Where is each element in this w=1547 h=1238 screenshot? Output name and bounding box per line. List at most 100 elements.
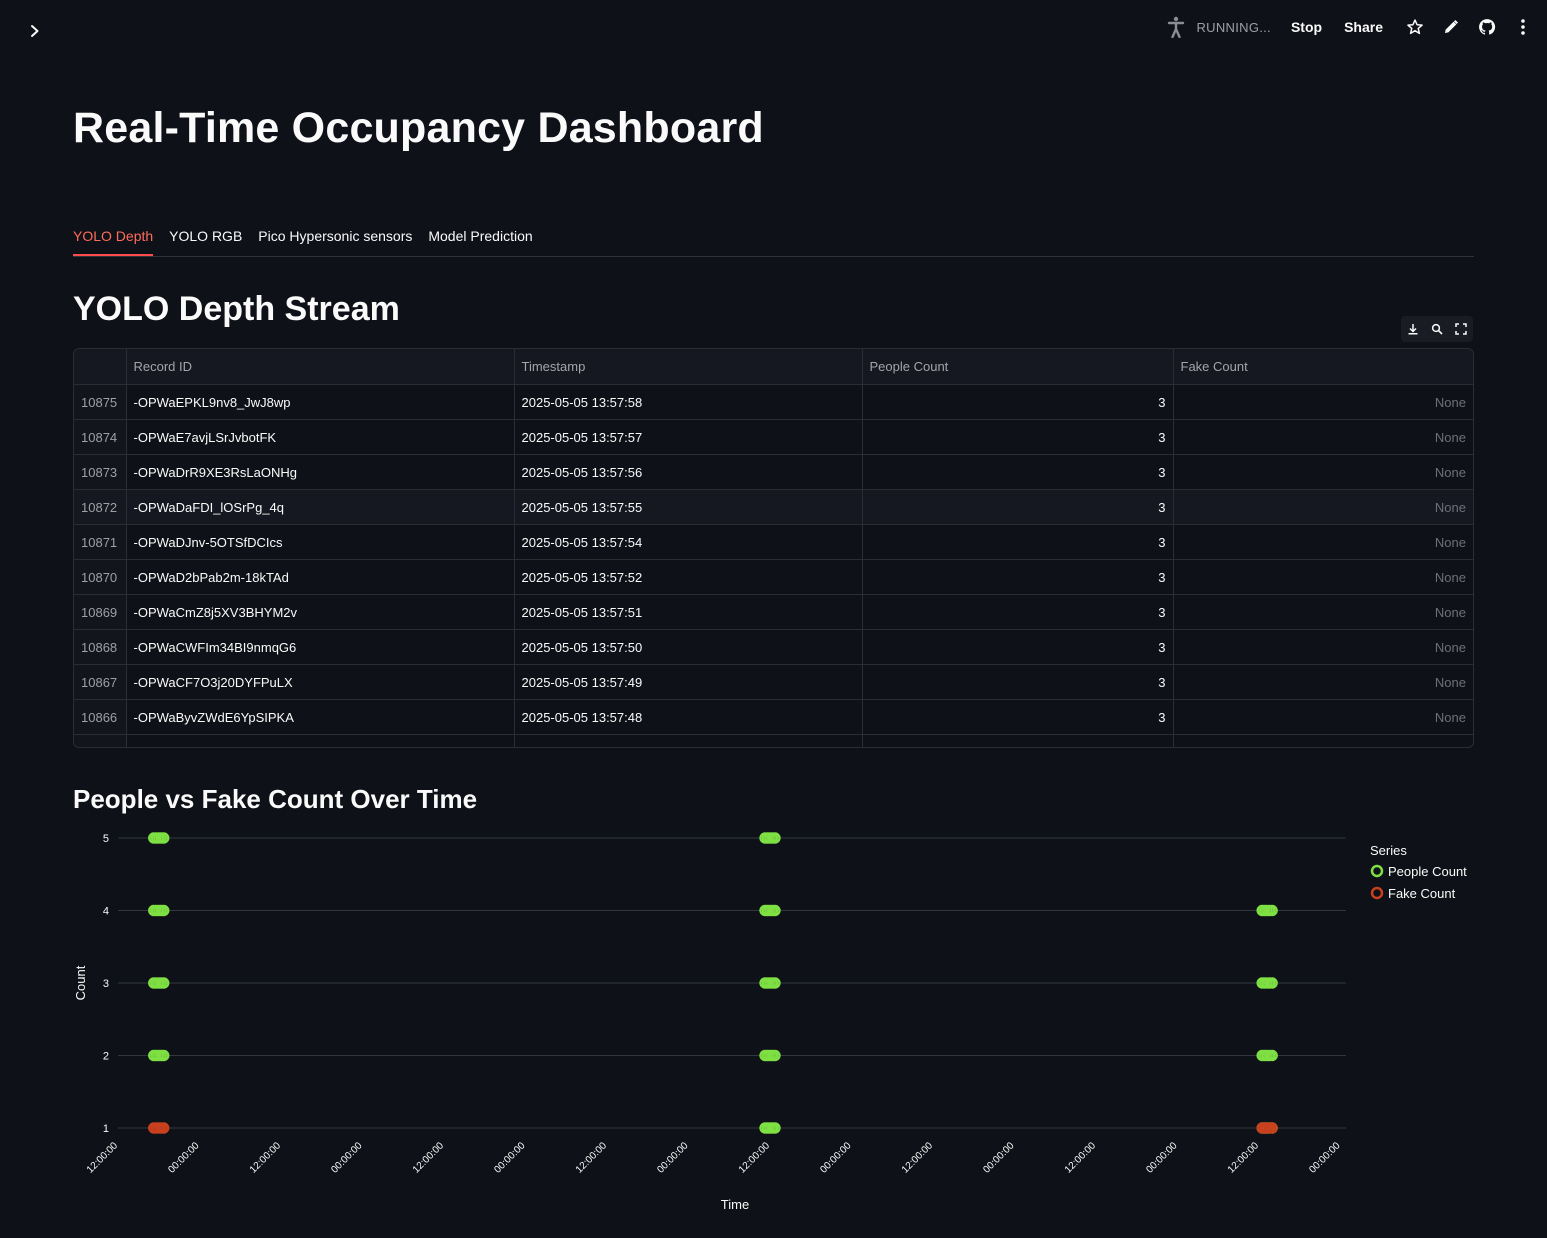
timestamp-cell[interactable]: 2025-05-05 13:57:48: [514, 699, 863, 735]
edit-button[interactable]: [1441, 17, 1461, 37]
tab-model-prediction[interactable]: Model Prediction: [428, 222, 532, 255]
table-row: 10873 -OPWaDrR9XE3RsLaONHg 2025-05-05 13…: [74, 454, 1473, 490]
row-index: 10867: [74, 664, 127, 700]
people-vs-fake-chart[interactable]: 1 2 3 4 5 12:00:00 00:00:00 12:00:00 00:00:00 12:…: [60, 820, 1490, 1220]
timestamp-cell[interactable]: 2025-05-05 13:57:57: [514, 419, 863, 455]
star-button[interactable]: [1405, 17, 1425, 37]
people-count-cell[interactable]: 3: [862, 559, 1174, 595]
table-row: 10874 -OPWaE7avjLSrJvbotFK 2025-05-05 13…: [74, 419, 1473, 455]
record-id-cell[interactable]: -OPWaDaFDI_lOSrPg_4q: [126, 489, 515, 525]
column-header-index: [74, 349, 127, 385]
fake-count-cell[interactable]: None: [1173, 699, 1473, 735]
stop-button[interactable]: Stop: [1291, 19, 1322, 35]
record-id-cell[interactable]: -OPWaDrR9XE3RsLaONHg: [126, 454, 515, 490]
timestamp-cell[interactable]: 2025-05-05 13:57:55: [514, 489, 863, 525]
people-count-cell[interactable]: 3: [862, 524, 1174, 560]
data-table[interactable]: Record ID Timestamp People Count Fake Co…: [73, 348, 1474, 748]
row-index: 10869: [74, 594, 127, 630]
column-header-people-count[interactable]: People Count: [862, 349, 1174, 385]
row-index: 10870: [74, 559, 127, 595]
tab-pico-hypersonic-sensors[interactable]: Pico Hypersonic sensors: [258, 222, 412, 255]
y-tick-label: 4: [103, 906, 109, 918]
table-row: 10872 -OPWaDaFDI_lOSrPg_4q 2025-05-05 13…: [74, 489, 1473, 525]
fullscreen-button[interactable]: [1454, 322, 1468, 336]
x-tick-label: 12:00:00: [411, 1140, 447, 1176]
timestamp-cell[interactable]: 2025-05-05 13:57:56: [514, 454, 863, 490]
people-count-cell[interactable]: 3: [862, 454, 1174, 490]
table-header-row: Record ID Timestamp People Count Fake Co…: [74, 349, 1473, 385]
record-id-cell[interactable]: -OPWaCmZ8j5XV3BHYM2v: [126, 594, 515, 630]
column-header-timestamp[interactable]: Timestamp: [514, 349, 863, 385]
x-tick-label: 00:00:00: [1144, 1140, 1180, 1176]
record-id-cell[interactable]: -OPWaD2bPab2m-18kTAd: [126, 559, 515, 595]
timestamp-cell[interactable]: 2025-05-05 13:57:49: [514, 664, 863, 700]
download-icon: [1408, 324, 1418, 335]
x-tick-label: 00:00:00: [492, 1140, 528, 1176]
timestamp-cell[interactable]: 2025-05-05 13:57:52: [514, 559, 863, 595]
y-tick-label: 5: [103, 833, 109, 845]
timestamp-cell[interactable]: 2025-05-05 13:57:51: [514, 594, 863, 630]
tab-yolo-depth[interactable]: YOLO Depth: [73, 222, 154, 256]
pencil-icon: [1445, 19, 1459, 33]
people-count-cell[interactable]: 3: [862, 629, 1174, 665]
record-id-cell[interactable]: -OPWaCF7O3j20DYFPuLX: [126, 664, 515, 700]
fake-count-cell[interactable]: None: [1173, 454, 1473, 490]
column-header-fake-count[interactable]: Fake Count: [1173, 349, 1473, 385]
table-row-partial: [74, 734, 1473, 747]
people-count-cell[interactable]: 3: [862, 699, 1174, 735]
table-row: 10868 -OPWaCWFIm34BI9nmqG6 2025-05-05 13…: [74, 629, 1473, 665]
timestamp-cell[interactable]: 2025-05-05 13:57:54: [514, 524, 863, 560]
fake-count-cell[interactable]: None: [1173, 629, 1473, 665]
record-id-cell[interactable]: -OPWaEPKL9nv8_JwJ8wp: [126, 384, 515, 420]
x-tick-label: 12:00:00: [574, 1140, 610, 1176]
fake-count-cell[interactable]: None: [1173, 384, 1473, 420]
row-index: 10868: [74, 629, 127, 665]
y-tick-label: 1: [103, 1123, 109, 1135]
timestamp-cell[interactable]: 2025-05-05 13:57:50: [514, 629, 863, 665]
download-button[interactable]: [1406, 322, 1420, 336]
table-search-button[interactable]: [1430, 322, 1444, 336]
fake-count-cell[interactable]: None: [1173, 559, 1473, 595]
x-tick-label: 00:00:00: [1307, 1140, 1343, 1176]
row-index: 10873: [74, 454, 127, 490]
sidebar-expand-button[interactable]: [22, 18, 48, 44]
record-id-cell[interactable]: -OPWaE7avjLSrJvbotFK: [126, 419, 515, 455]
table-row: 10870 -OPWaD2bPab2m-18kTAd 2025-05-05 13…: [74, 559, 1473, 595]
legend-title: Series: [1370, 843, 1407, 858]
record-id-cell[interactable]: -OPWaByvZWdE6YpSIPKA: [126, 699, 515, 735]
fake-count-cell[interactable]: None: [1173, 594, 1473, 630]
column-header-record-id[interactable]: Record ID: [126, 349, 515, 385]
row-index: 10875: [74, 384, 127, 420]
x-tick-label: 00:00:00: [981, 1140, 1017, 1176]
timestamp-cell[interactable]: 2025-05-05 13:57:58: [514, 384, 863, 420]
legend-marker: [1370, 864, 1384, 878]
chart-title: People vs Fake Count Over Time: [73, 784, 478, 814]
x-tick-label: 12:00:00: [737, 1140, 773, 1176]
people-count-cell[interactable]: 3: [862, 384, 1174, 420]
fake-count-cell[interactable]: None: [1173, 664, 1473, 700]
fake-count-cell[interactable]: None: [1173, 489, 1473, 525]
x-tick-label: 12:00:00: [248, 1140, 284, 1176]
tab-yolo-rgb[interactable]: YOLO RGB: [169, 222, 242, 255]
people-count-cell[interactable]: 3: [862, 664, 1174, 700]
people-count-cell[interactable]: 3: [862, 489, 1174, 525]
github-button[interactable]: [1477, 17, 1497, 37]
record-id-cell[interactable]: -OPWaCWFIm34BI9nmqG6: [126, 629, 515, 665]
legend-label: People Count: [1388, 864, 1467, 879]
stream-title: YOLO Depth Stream: [73, 290, 400, 328]
main-menu-button[interactable]: [1513, 17, 1533, 37]
record-id-cell[interactable]: -OPWaDJnv-5OTSfDCIcs: [126, 524, 515, 560]
fake-count-cell[interactable]: None: [1173, 524, 1473, 560]
x-tick-label: 00:00:00: [329, 1140, 365, 1176]
x-tick-label: 12:00:00: [900, 1140, 936, 1176]
fake-count-cell[interactable]: None: [1173, 419, 1473, 455]
share-button[interactable]: Share: [1344, 19, 1383, 35]
table-row: 10869 -OPWaCmZ8j5XV3BHYM2v 2025-05-05 13…: [74, 594, 1473, 630]
github-icon: [1479, 19, 1496, 35]
people-count-cell[interactable]: 3: [862, 594, 1174, 630]
people-count-cell[interactable]: 3: [862, 419, 1174, 455]
table-row: 10875 -OPWaEPKL9nv8_JwJ8wp 2025-05-05 13…: [74, 384, 1473, 420]
row-index: 10871: [74, 524, 127, 560]
row-index: 10874: [74, 419, 127, 455]
y-tick-label: 3: [103, 978, 109, 990]
